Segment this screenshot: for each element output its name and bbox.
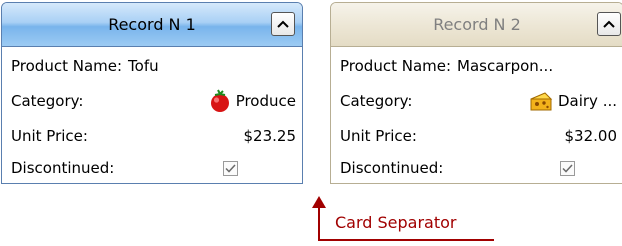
discontinued-checkbox[interactable]: [560, 160, 575, 176]
card-header[interactable]: Record N 2: [331, 3, 622, 47]
category-label: Category:: [11, 92, 84, 110]
product-name-label: Product Name:: [340, 57, 452, 75]
annotation-label: Card Separator: [335, 213, 457, 232]
collapse-button[interactable]: [271, 12, 295, 36]
discontinued-label: Discontinued:: [340, 159, 444, 177]
annotation-horizontal-line: [318, 239, 494, 241]
unit-price-label: Unit Price:: [340, 127, 417, 145]
product-name-row: Product Name: Tofu: [11, 51, 296, 81]
category-row: Category: Dairy ...: [340, 86, 617, 116]
product-name-value[interactable]: Tofu: [122, 57, 296, 75]
unit-price-row: Unit Price: $23.25: [11, 121, 296, 151]
category-row: Category: Produce: [11, 86, 296, 116]
category-value: Dairy ...: [557, 92, 617, 110]
discontinued-label: Discontinued:: [11, 159, 115, 177]
cheese-icon: [529, 90, 553, 112]
annotation-vertical-line: [318, 202, 320, 241]
card-title: Record N 1: [108, 15, 196, 34]
unit-price-value[interactable]: $23.25: [88, 127, 297, 145]
tomato-icon: [209, 89, 231, 113]
checkmark-icon: [225, 163, 236, 173]
discontinued-row: Discontinued:: [340, 153, 617, 183]
unit-price-row: Unit Price: $32.00: [340, 121, 617, 151]
checkmark-icon: [562, 163, 573, 173]
product-name-row: Product Name: Mascarpon...: [340, 51, 617, 81]
chevron-up-icon: [603, 20, 615, 28]
category-label: Category:: [340, 92, 413, 110]
category-value-cell[interactable]: Produce: [83, 89, 296, 113]
card-title: Record N 2: [433, 15, 521, 34]
discontinued-checkbox[interactable]: [223, 160, 238, 176]
collapse-button[interactable]: [597, 12, 621, 36]
record-card-1[interactable]: Record N 1 Product Name: Tofu Category: …: [1, 2, 303, 184]
record-card-2[interactable]: Record N 2 Product Name: Mascarpon... Ca…: [330, 2, 622, 184]
unit-price-value[interactable]: $32.00: [417, 127, 618, 145]
category-value-cell[interactable]: Dairy ...: [412, 90, 617, 112]
product-name-label: Product Name:: [11, 57, 123, 75]
card-header[interactable]: Record N 1: [2, 3, 302, 47]
chevron-up-icon: [277, 20, 289, 28]
unit-price-label: Unit Price:: [11, 127, 88, 145]
discontinued-row: Discontinued:: [11, 153, 296, 183]
category-value: Produce: [235, 92, 296, 110]
product-name-value[interactable]: Mascarpon...: [451, 57, 617, 75]
